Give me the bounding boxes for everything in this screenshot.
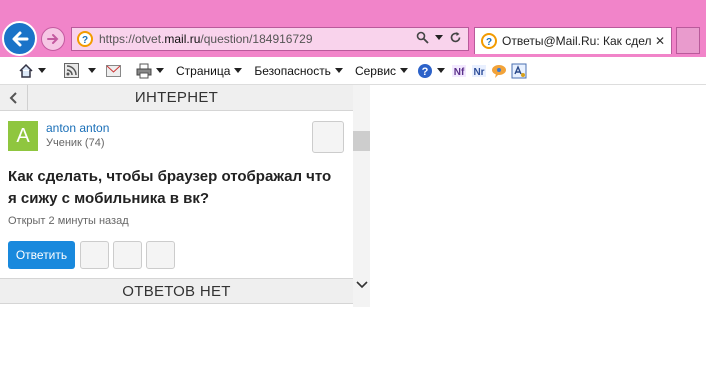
close-icon[interactable]: ✕ — [655, 34, 665, 48]
refresh-icon[interactable] — [449, 31, 462, 44]
tab-favicon-icon: ? — [481, 33, 497, 49]
url-path: /question/184916729 — [200, 32, 313, 46]
user-name-link[interactable]: anton anton — [46, 121, 109, 135]
svg-text:?: ? — [486, 37, 492, 48]
command-bar: Страница Безопасность Сервис ? Nf Nr — [0, 57, 706, 85]
addon-chat-icon[interactable] — [491, 63, 507, 79]
user-rank: Ученик (74) — [46, 137, 105, 149]
addon-n2-icon[interactable]: Nr — [471, 63, 487, 79]
address-bar[interactable]: ? https://otvet.mail.ru/question/1849167… — [71, 27, 469, 51]
answers-header-title: ОТВЕТОВ НЕТ — [122, 282, 231, 300]
home-dropdown-icon[interactable] — [38, 68, 46, 73]
browser-chrome: ? https://otvet.mail.ru/question/1849167… — [0, 0, 706, 57]
chevron-down-icon — [400, 68, 409, 73]
forward-button[interactable] — [41, 27, 65, 51]
url-domain: mail.ru — [164, 32, 201, 46]
home-icon[interactable] — [18, 63, 34, 79]
menu-safety-label: Безопасность — [254, 63, 331, 78]
reply-button[interactable]: Ответить — [8, 241, 75, 269]
print-dropdown-icon[interactable] — [156, 68, 164, 73]
chevron-down-icon — [334, 68, 343, 73]
address-url: https://otvet.mail.ru/question/184916729 — [99, 32, 313, 46]
new-tab-button[interactable] — [676, 27, 700, 54]
tab-active[interactable]: ? Ответы@Mail.Ru: Как сдел... ✕ — [474, 27, 672, 54]
svg-text:?: ? — [422, 66, 429, 78]
action-button-1[interactable] — [80, 241, 109, 269]
avatar[interactable]: A — [8, 121, 38, 151]
arrow-left-icon — [12, 31, 28, 46]
category-back-button[interactable] — [0, 85, 28, 111]
help-icon[interactable]: ? — [417, 63, 433, 79]
search-icon[interactable] — [416, 31, 429, 44]
question-meta: Открыт 2 минуты назад — [8, 215, 129, 227]
menu-page[interactable]: Страница — [176, 63, 243, 78]
svg-text:Nf: Nf — [454, 67, 465, 78]
chevron-left-icon — [9, 92, 17, 104]
tab-title: Ответы@Mail.Ru: Как сдел... — [502, 34, 652, 48]
rss-dropdown-icon[interactable] — [88, 68, 96, 73]
menu-safety[interactable]: Безопасность — [254, 64, 343, 78]
scrollbar-thumb[interactable] — [353, 131, 370, 151]
svg-text:Nr: Nr — [473, 67, 484, 78]
menu-tools[interactable]: Сервис — [354, 63, 409, 78]
site-favicon-icon: ? — [77, 31, 93, 47]
chevron-down-icon — [234, 68, 243, 73]
svg-text:?: ? — [82, 35, 88, 46]
menu-page-label: Страница — [176, 63, 231, 78]
action-button-2[interactable] — [113, 241, 142, 269]
page-content: ИНТЕРНЕТ A anton anton Ученик (74) Как с… — [0, 85, 370, 307]
follow-button[interactable] — [312, 121, 344, 153]
chevron-down-icon — [355, 281, 368, 289]
arrow-right-icon — [47, 34, 59, 44]
rss-feed-icon[interactable] — [64, 63, 79, 78]
answers-header: ОТВЕТОВ НЕТ — [0, 278, 353, 304]
action-button-3[interactable] — [146, 241, 175, 269]
back-button[interactable] — [2, 21, 37, 56]
url-prefix: https://otvet. — [99, 32, 165, 46]
mail-icon[interactable] — [106, 64, 121, 77]
category-title: ИНТЕРНЕТ — [134, 89, 219, 106]
scroll-down-button[interactable] — [353, 277, 370, 293]
category-header: ИНТЕРНЕТ — [0, 85, 353, 111]
print-icon[interactable] — [136, 63, 152, 79]
scrollbar[interactable] — [353, 85, 370, 307]
question-title: Как сделать, чтобы браузер отображал что… — [8, 168, 332, 207]
menu-tools-label: Сервис — [354, 63, 397, 78]
search-dropdown-icon[interactable] — [435, 35, 443, 40]
addon-n1-icon[interactable]: Nf — [451, 63, 467, 79]
help-dropdown-icon[interactable] — [437, 68, 446, 73]
addon-translate-icon[interactable] — [511, 63, 527, 79]
